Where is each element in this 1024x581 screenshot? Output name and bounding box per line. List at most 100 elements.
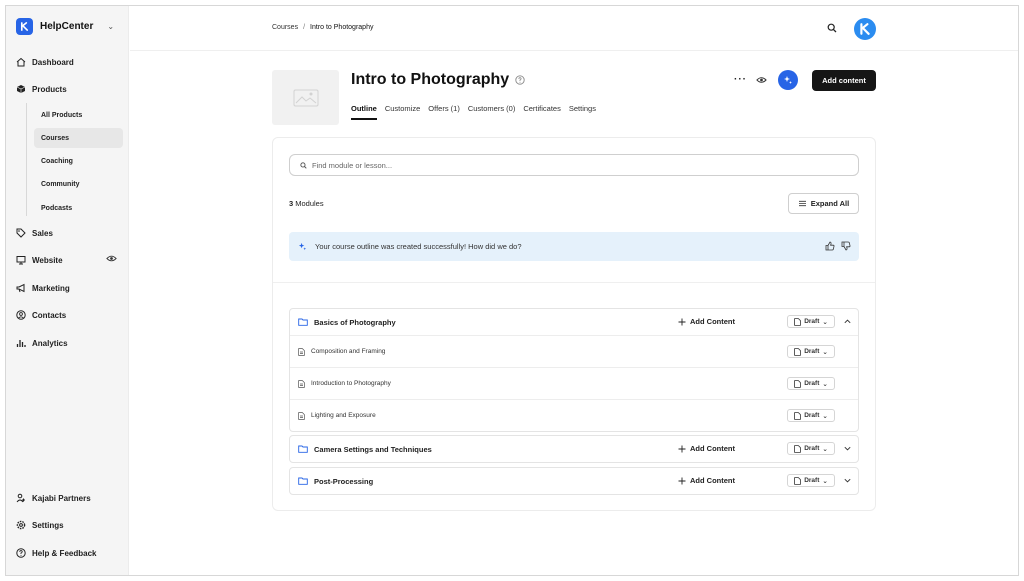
- sidebar-item-label: Sales: [32, 228, 53, 238]
- brand-switcher[interactable]: HelpCenter ⌄: [16, 16, 114, 36]
- brand-name: HelpCenter: [40, 20, 94, 32]
- sidebar-item-sales[interactable]: Sales: [16, 228, 53, 238]
- thumbs-up-icon[interactable]: [825, 241, 835, 251]
- folder-icon: [298, 477, 308, 485]
- tab-customize[interactable]: Customize: [385, 104, 420, 120]
- plus-icon: [678, 318, 686, 325]
- lesson-row[interactable]: Composition and Framing Draft ⌄: [290, 335, 858, 367]
- sidebar-item-label: Dashboard: [32, 57, 74, 67]
- sidebar-item-kajabi-partners[interactable]: Kajabi Partners: [16, 493, 91, 503]
- document-icon: [794, 476, 801, 485]
- sparkle-icon: [784, 76, 792, 84]
- sidebar-subitem-coaching[interactable]: Coaching: [34, 151, 123, 171]
- add-content-link[interactable]: Add Content: [678, 444, 735, 453]
- search-input[interactable]: [312, 160, 812, 170]
- sidebar-item-label: Website: [32, 255, 63, 265]
- module-title: Camera Settings and Techniques: [314, 444, 432, 454]
- document-icon: [794, 379, 801, 388]
- contacts-icon: [16, 310, 26, 320]
- sidebar-item-contacts[interactable]: Contacts: [16, 310, 66, 320]
- monitor-icon: [16, 256, 26, 265]
- tab-settings[interactable]: Settings: [569, 104, 596, 120]
- breadcrumb-current: Intro to Photography: [310, 24, 374, 31]
- module-header[interactable]: Camera Settings and Techniques Add Conte…: [290, 436, 858, 462]
- eye-icon[interactable]: [106, 254, 117, 263]
- eye-icon[interactable]: [756, 76, 767, 84]
- draft-status-dropdown[interactable]: Draft ⌄: [787, 345, 835, 358]
- ai-assistant-button[interactable]: [778, 70, 798, 90]
- sidebar-subitem-courses[interactable]: Courses: [34, 128, 123, 148]
- lesson-title: Composition and Framing: [311, 348, 386, 355]
- lesson-row[interactable]: Lighting and Exposure Draft ⌄: [290, 399, 858, 431]
- add-content-button[interactable]: Add content: [812, 70, 876, 91]
- sidebar-item-label: Help & Feedback: [32, 548, 97, 558]
- page-title: Intro to Photography: [351, 71, 510, 88]
- kajabi-logo-icon: [16, 17, 33, 35]
- breadcrumb-courses[interactable]: Courses: [272, 24, 298, 31]
- sidebar-item-label: Kajabi Partners: [32, 493, 91, 503]
- more-options-icon[interactable]: ···: [734, 74, 747, 85]
- help-circle-icon: [16, 548, 26, 558]
- sidebar: HelpCenter ⌄ Dashboard Products All Prod…: [6, 6, 129, 575]
- image-placeholder-icon: [293, 89, 318, 106]
- divider: [273, 282, 875, 283]
- home-icon: [16, 57, 26, 67]
- chevron-up-icon[interactable]: [843, 317, 852, 326]
- sidebar-item-analytics[interactable]: Analytics: [16, 338, 68, 348]
- tab-outline[interactable]: Outline: [351, 104, 377, 120]
- plus-icon: [678, 445, 686, 452]
- search-icon[interactable]: [827, 23, 837, 33]
- course-thumbnail[interactable]: [272, 70, 339, 125]
- draft-status-dropdown[interactable]: Draft ⌄: [787, 409, 835, 422]
- lesson-document-icon: [298, 411, 305, 420]
- chevron-down-icon[interactable]: [843, 444, 852, 453]
- sidebar-item-help[interactable]: Help & Feedback: [16, 548, 96, 558]
- chevron-down-icon: ⌄: [822, 318, 828, 326]
- gear-icon: [16, 520, 26, 530]
- partners-icon: [16, 493, 25, 503]
- sidebar-item-settings[interactable]: Settings: [16, 520, 64, 530]
- plus-icon: [678, 477, 686, 484]
- chevron-down-icon: ⌄: [107, 21, 115, 31]
- sidebar-item-website[interactable]: Website: [16, 255, 63, 265]
- module-title: Post-Processing: [314, 476, 374, 486]
- draft-status-dropdown[interactable]: Draft ⌄: [787, 442, 835, 455]
- sidebar-subitem-all-products[interactable]: All Products: [34, 105, 123, 125]
- lesson-title: Lighting and Exposure: [311, 412, 376, 419]
- chevron-down-icon: ⌄: [822, 380, 828, 388]
- tab-customers[interactable]: Customers (0): [468, 104, 516, 120]
- expand-all-button[interactable]: Expand All: [788, 193, 859, 214]
- module-header[interactable]: Post-Processing Add Content Draft ⌄: [290, 468, 858, 494]
- draft-status-dropdown[interactable]: Draft ⌄: [787, 474, 835, 487]
- tab-certificates[interactable]: Certificates: [523, 104, 561, 120]
- module-search[interactable]: [289, 154, 859, 176]
- thumbs-down-icon[interactable]: [841, 241, 851, 251]
- sidebar-item-label: Products: [32, 84, 67, 94]
- tab-offers[interactable]: Offers (1): [428, 104, 460, 120]
- sidebar-subitem-community[interactable]: Community: [34, 174, 123, 194]
- kajabi-logo-icon: [860, 23, 870, 35]
- sidebar-item-products[interactable]: Products: [16, 84, 67, 94]
- add-content-link[interactable]: Add Content: [678, 476, 735, 485]
- sidebar-item-marketing[interactable]: Marketing: [16, 283, 70, 293]
- sidebar-subitem-podcasts[interactable]: Podcasts: [34, 198, 123, 218]
- module-card: Post-Processing Add Content Draft ⌄: [289, 467, 859, 495]
- lesson-document-icon: [298, 347, 305, 356]
- breadcrumb: Courses / Intro to Photography: [272, 24, 373, 31]
- draft-status-dropdown[interactable]: Draft ⌄: [787, 377, 835, 390]
- sidebar-item-dashboard[interactable]: Dashboard: [16, 57, 74, 67]
- tag-icon: [16, 228, 26, 238]
- success-banner: Your course outline was created successf…: [289, 232, 859, 261]
- banner-text: Your course outline was created successf…: [315, 242, 522, 251]
- chevron-down-icon: ⌄: [822, 348, 828, 356]
- avatar[interactable]: [854, 18, 876, 40]
- add-content-link[interactable]: Add Content: [678, 317, 735, 326]
- course-tabs: Outline Customize Offers (1) Customers (…: [351, 104, 596, 120]
- module-card: Basics of Photography Add Content Draft …: [289, 308, 859, 432]
- submenu-line: [26, 103, 27, 216]
- chevron-down-icon[interactable]: [843, 476, 852, 485]
- lesson-row[interactable]: Introduction to Photography Draft ⌄: [290, 367, 858, 399]
- draft-status-dropdown[interactable]: Draft ⌄: [787, 315, 835, 328]
- help-circle-icon[interactable]: [515, 75, 525, 85]
- module-header[interactable]: Basics of Photography Add Content Draft …: [290, 309, 858, 335]
